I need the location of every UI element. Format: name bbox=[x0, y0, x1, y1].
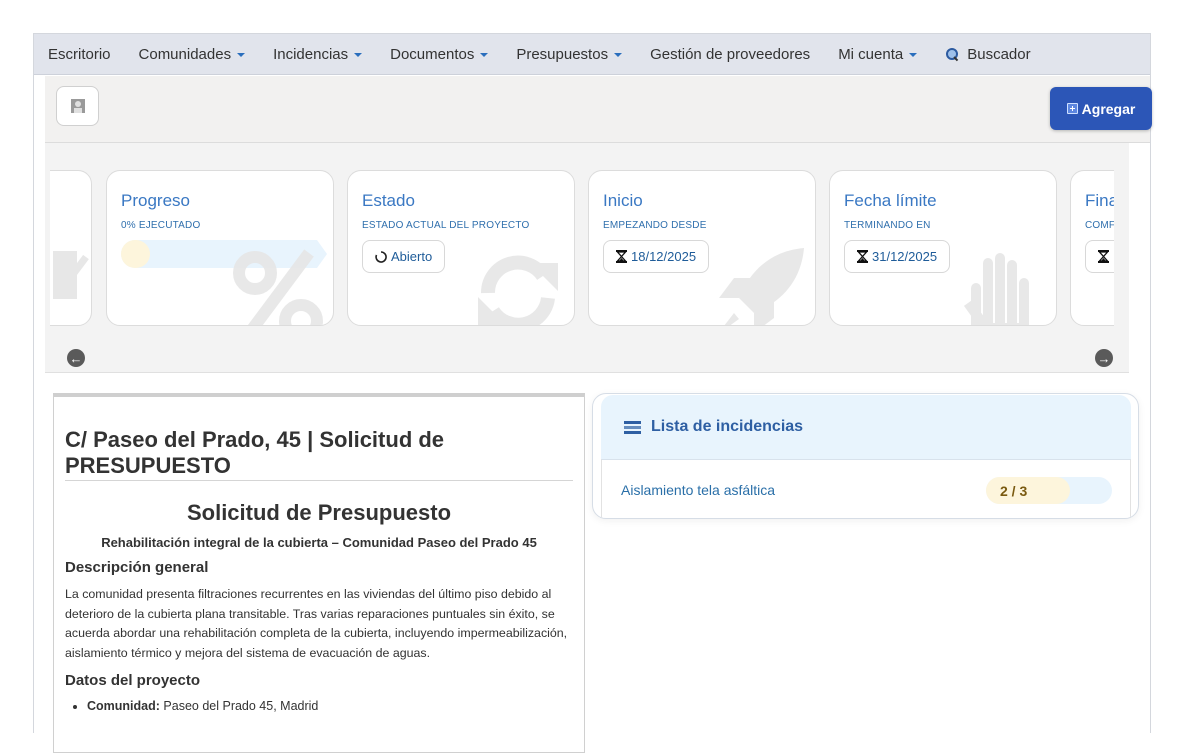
toolbar: Agregar bbox=[45, 76, 1152, 143]
section-title: Descripción general bbox=[65, 559, 209, 576]
carousel-track: Progreso 0% EJECUTADO Estado ESTADO ACTU… bbox=[50, 170, 1114, 328]
incidents-panel: Lista de incidencias Aislamiento tela as… bbox=[592, 393, 1139, 519]
nav-presupuestos[interactable]: Presupuestos bbox=[502, 34, 636, 75]
list-icon bbox=[624, 420, 641, 434]
item-value: Paseo del Prado 45, Madrid bbox=[163, 699, 319, 713]
incident-progress-text: 2 / 3 bbox=[1000, 482, 1028, 499]
card-title: Progreso bbox=[121, 191, 190, 210]
final-date-badge bbox=[1085, 240, 1114, 273]
incident-label[interactable]: Aislamiento tela asfáltica bbox=[621, 482, 775, 498]
arrow-right-circle-icon: → bbox=[1097, 350, 1111, 366]
caret-down-icon bbox=[354, 53, 363, 57]
caret-down-icon bbox=[614, 53, 623, 57]
nav-documentos[interactable]: Documentos bbox=[376, 34, 502, 75]
budget-document: C/ Paseo del Prado, 45 | Solicitud de PR… bbox=[53, 393, 585, 753]
card-title: Inicio bbox=[603, 191, 643, 210]
panel-header: Lista de incidencias bbox=[601, 395, 1131, 459]
status-badge: Abierto bbox=[362, 240, 446, 273]
section-title: Datos del proyecto bbox=[65, 672, 201, 689]
add-button-label: Agregar bbox=[1081, 100, 1136, 117]
circle-notch-icon bbox=[375, 250, 387, 263]
card-final-partial: Fina COMF bbox=[1070, 170, 1114, 326]
status-value: Abierto bbox=[391, 249, 433, 264]
panel-title: Lista de incidencias bbox=[651, 418, 804, 435]
card-progreso: Progreso 0% EJECUTADO bbox=[106, 170, 334, 326]
nav-incidencias[interactable]: Incidencias bbox=[259, 34, 376, 75]
hourglass-icon bbox=[1098, 250, 1109, 263]
card-subtitle: ESTADO ACTUAL DEL PROYECTO bbox=[362, 220, 530, 231]
card-subtitle: 0% EJECUTADO bbox=[121, 220, 201, 231]
user-placeholder-icon bbox=[70, 99, 85, 113]
card-fecha-limite: Fecha límite TERMINANDO EN 31/12/2025 bbox=[829, 170, 1057, 326]
card-subtitle: TERMINANDO EN bbox=[844, 220, 931, 231]
incident-progress: 2 / 3 bbox=[986, 477, 1112, 504]
nav-label: Buscador bbox=[967, 45, 1031, 63]
add-button[interactable]: Agregar bbox=[1050, 87, 1152, 130]
avatar[interactable] bbox=[56, 86, 99, 126]
start-date-badge: 18/12/2025 bbox=[603, 240, 710, 273]
hourglass-icon bbox=[857, 250, 868, 263]
carousel-next-button[interactable]: → bbox=[1095, 349, 1113, 367]
nav-comunidades[interactable]: Comunidades bbox=[125, 34, 260, 75]
nav-escritorio[interactable]: Escritorio bbox=[34, 34, 125, 75]
card-subtitle: EMPEZANDO DESDE bbox=[603, 220, 707, 231]
card-title: Fecha límite bbox=[844, 191, 937, 210]
project-data-list: Comunidad: Paseo del Prado 45, Madrid bbox=[65, 697, 573, 715]
summary-carousel: Progreso 0% EJECUTADO Estado ESTADO ACTU… bbox=[45, 143, 1129, 373]
caret-down-icon bbox=[909, 53, 918, 57]
card-subtitle: COMF bbox=[1085, 220, 1114, 231]
app-frame: Escritorio Comunidades Incidencias Docum… bbox=[33, 33, 1152, 753]
nav-label: Presupuestos bbox=[516, 45, 609, 63]
nav-label: Incidencias bbox=[273, 45, 349, 63]
incident-progress-fill: 2 / 3 bbox=[986, 477, 1071, 504]
refresh-icon bbox=[478, 255, 558, 325]
nav-label: Gestión de proveedores bbox=[650, 45, 811, 63]
arrow-left-circle-icon: ← bbox=[69, 350, 83, 366]
card-partial-prev bbox=[50, 170, 92, 326]
building-icon bbox=[53, 251, 89, 299]
nav-label: Comunidades bbox=[138, 45, 232, 63]
progress-fill bbox=[121, 240, 151, 268]
nav-label: Mi cuenta bbox=[838, 45, 904, 63]
rocket-icon bbox=[719, 248, 804, 325]
nav-gestion-proveedores[interactable]: Gestión de proveedores bbox=[636, 34, 824, 75]
incident-row[interactable]: Aislamiento tela asfáltica 2 / 3 bbox=[601, 459, 1131, 518]
carousel-prev-button[interactable]: ← bbox=[67, 349, 85, 367]
main-nav: Escritorio Comunidades Incidencias Docum… bbox=[34, 34, 1150, 75]
card-title: Fina bbox=[1085, 191, 1114, 210]
hand-icon bbox=[963, 253, 1029, 325]
caret-down-icon bbox=[480, 53, 489, 57]
item-label: Comunidad: bbox=[87, 699, 160, 713]
card-estado: Estado ESTADO ACTUAL DEL PROYECTO Abiert… bbox=[347, 170, 575, 326]
nav-label: Escritorio bbox=[48, 45, 111, 63]
card-inicio: Inicio EMPEZANDO DESDE 18/12/2025 bbox=[588, 170, 816, 326]
caret-down-icon bbox=[237, 53, 246, 57]
search-icon bbox=[945, 47, 959, 61]
section-text: La comunidad presenta filtraciones recur… bbox=[65, 587, 568, 660]
list-item: Comunidad: Paseo del Prado 45, Madrid bbox=[87, 697, 573, 715]
nav-label: Documentos bbox=[390, 45, 475, 63]
nav-buscador[interactable]: Buscador bbox=[931, 34, 1044, 75]
document-title: Solicitud de Presupuesto bbox=[186, 500, 452, 525]
card-title: Estado bbox=[362, 191, 415, 210]
hourglass-icon bbox=[616, 250, 627, 263]
document-subtitle: Rehabilitación integral de la cubierta –… bbox=[101, 535, 537, 550]
plus-square-icon bbox=[1066, 103, 1078, 114]
document-heading: C/ Paseo del Prado, 45 | Solicitud de PR… bbox=[65, 427, 573, 481]
nav-mi-cuenta[interactable]: Mi cuenta bbox=[824, 34, 931, 75]
start-date: 18/12/2025 bbox=[631, 249, 697, 264]
end-date: 31/12/2025 bbox=[872, 249, 938, 264]
percent-icon bbox=[233, 249, 323, 325]
end-date-badge: 31/12/2025 bbox=[844, 240, 951, 273]
